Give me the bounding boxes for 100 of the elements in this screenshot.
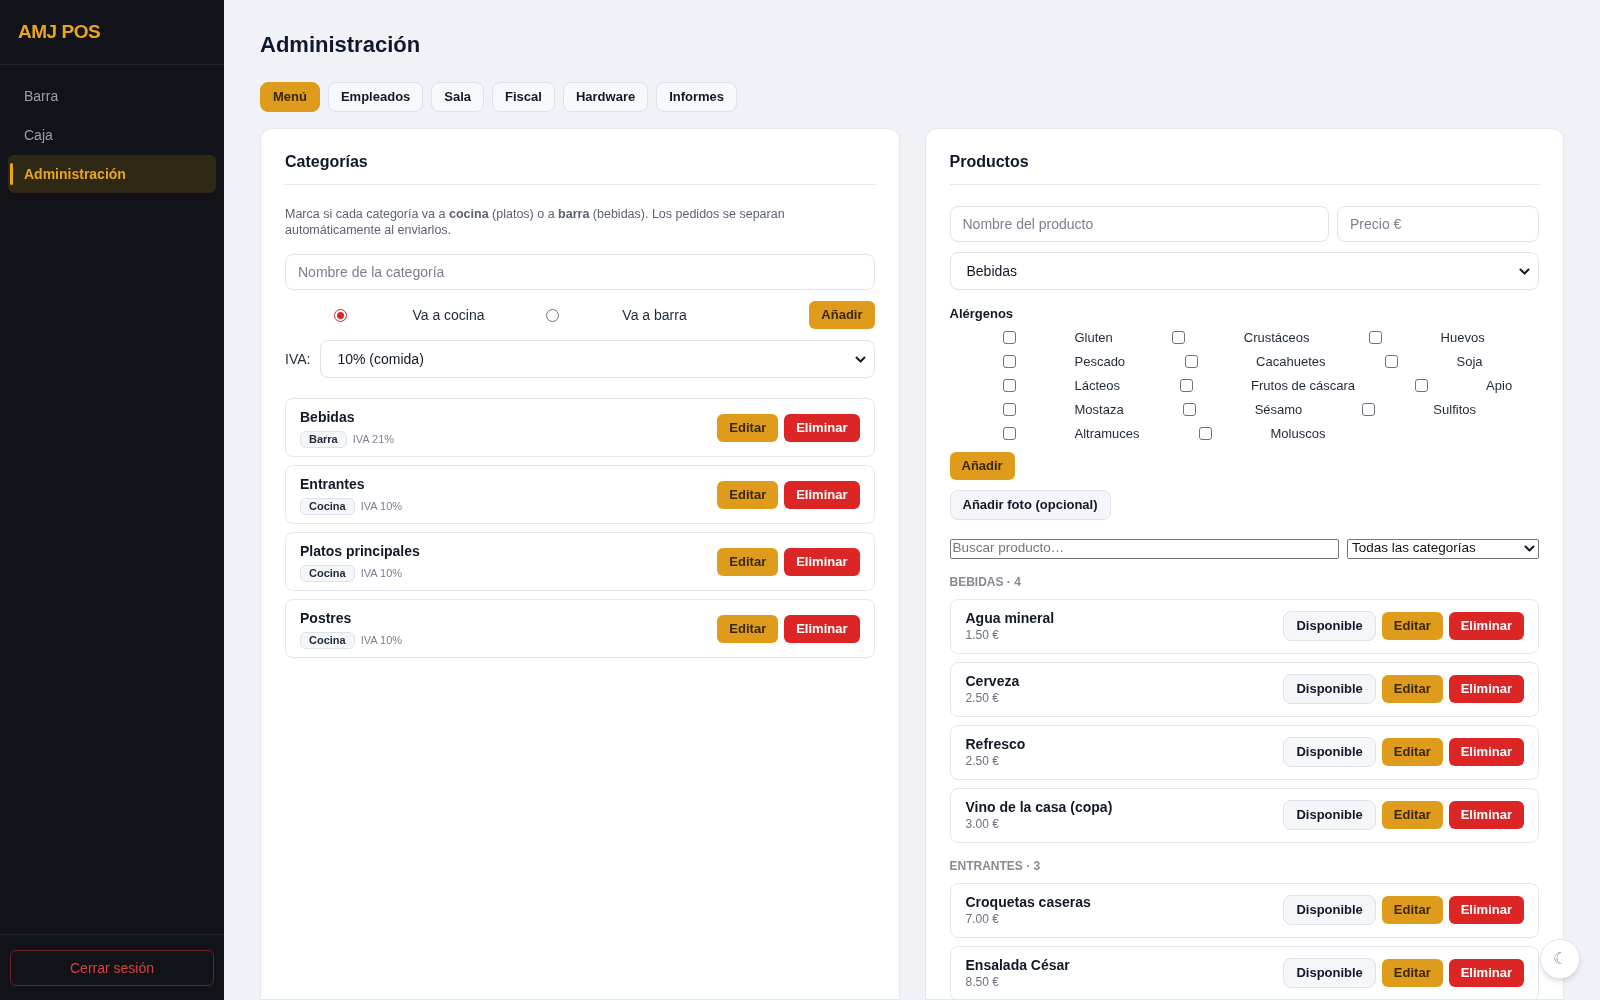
- allergen-label: Sésamo: [1254, 400, 1303, 419]
- edit-button[interactable]: Editar: [1381, 801, 1443, 829]
- allergen-label: Altramuces: [1074, 424, 1140, 443]
- checkbox[interactable]: [1172, 331, 1186, 344]
- tab[interactable]: Empleados: [327, 82, 424, 112]
- tab[interactable]: Sala: [431, 82, 485, 112]
- checkbox[interactable]: [1414, 379, 1428, 392]
- category-select[interactable]: Bebidas: [949, 252, 1539, 290]
- panel-title: Categorías: [285, 152, 875, 185]
- chevron-down-icon: [1519, 267, 1530, 275]
- destination-tag: Cocina: [300, 498, 355, 515]
- category-name-field[interactable]: Nombre de la categoría: [285, 254, 875, 290]
- checkbox[interactable]: [1385, 355, 1398, 368]
- product-name: Cerveza: [965, 672, 1020, 690]
- product-name: Croquetas caseras: [965, 893, 1091, 911]
- sidebar-item[interactable]: Caja: [8, 116, 216, 154]
- group-heading: ENTRANTES · 3: [949, 858, 1042, 873]
- sidebar-item[interactable]: Administración: [8, 155, 216, 193]
- availability-button[interactable]: Disponible: [1283, 958, 1376, 988]
- app-logo: AMJ POS: [18, 19, 101, 44]
- allergens-label: Alérgenos: [949, 305, 1015, 323]
- checkbox[interactable]: [1179, 379, 1193, 392]
- add-photo-button[interactable]: Añadir foto (opcional): [949, 489, 1111, 520]
- edit-button[interactable]: Editar: [717, 480, 779, 509]
- edit-button[interactable]: Editar: [1381, 896, 1443, 924]
- tab[interactable]: Menú: [260, 82, 320, 112]
- theme-toggle-button[interactable]: ☾: [1540, 939, 1580, 979]
- allergen-label: Gluten: [1074, 328, 1113, 347]
- allergen-label: Cacahuetes: [1256, 352, 1326, 371]
- product-price: 2.50 €: [965, 690, 1000, 706]
- add-product-button[interactable]: Añadir: [949, 451, 1015, 480]
- delete-button[interactable]: Eliminar: [784, 614, 860, 643]
- delete-button[interactable]: Eliminar: [784, 480, 860, 509]
- edit-button[interactable]: Editar: [1381, 612, 1443, 640]
- allergen-label: Lácteos: [1074, 376, 1121, 395]
- allergen-label: Mostaza: [1074, 400, 1124, 419]
- category-filter-select[interactable]: Todas las categorías: [1347, 538, 1539, 559]
- panel-title: Productos: [949, 152, 1539, 185]
- checkbox[interactable]: [1003, 427, 1016, 440]
- tab[interactable]: Hardware: [562, 82, 649, 112]
- availability-button[interactable]: Disponible: [1283, 611, 1376, 641]
- search-field[interactable]: Buscar producto…: [949, 538, 1339, 559]
- group-heading: BEBIDAS · 4: [949, 574, 1022, 589]
- delete-button[interactable]: Eliminar: [1448, 675, 1524, 703]
- logout-button[interactable]: Cerrar sesión: [10, 950, 214, 986]
- checkbox[interactable]: [1369, 331, 1383, 344]
- edit-button[interactable]: Editar: [717, 614, 779, 643]
- edit-button[interactable]: Editar: [1381, 959, 1443, 987]
- checkbox[interactable]: [1199, 427, 1213, 440]
- product-name-field[interactable]: Nombre del producto: [949, 206, 1329, 242]
- radio-button[interactable]: [334, 308, 347, 322]
- sidebar-item[interactable]: Barra: [8, 77, 216, 115]
- allergen-label: Moluscos: [1270, 424, 1326, 443]
- iva-rate: IVA 10%: [360, 499, 403, 515]
- delete-button[interactable]: Eliminar: [1448, 612, 1524, 640]
- product-price: 2.50 €: [965, 753, 1000, 769]
- delete-button[interactable]: Eliminar: [1448, 738, 1524, 766]
- product-price: 8.50 €: [965, 974, 1000, 990]
- product-name: Refresco: [965, 735, 1026, 753]
- checkbox[interactable]: [1003, 355, 1016, 368]
- tab[interactable]: Fiscal: [492, 82, 555, 112]
- allergen-label: Crustáceos: [1243, 328, 1310, 347]
- radio-button[interactable]: [546, 308, 559, 322]
- edit-button[interactable]: Editar: [1381, 675, 1443, 703]
- category-name: Platos principales: [300, 542, 420, 561]
- delete-button[interactable]: Eliminar: [1448, 959, 1524, 987]
- category-name: Postres: [300, 609, 353, 628]
- delete-button[interactable]: Eliminar: [784, 547, 860, 576]
- iva-select[interactable]: 10% (comida): [320, 340, 875, 378]
- category-name: Bebidas: [300, 408, 356, 427]
- allergen-label: Frutos de cáscara: [1251, 376, 1356, 395]
- edit-button[interactable]: Editar: [1381, 738, 1443, 766]
- iva-label: IVA:: [285, 349, 311, 369]
- availability-button[interactable]: Disponible: [1283, 737, 1376, 767]
- checkbox[interactable]: [1183, 403, 1197, 416]
- edit-button[interactable]: Editar: [717, 413, 779, 442]
- availability-button[interactable]: Disponible: [1283, 895, 1376, 925]
- checkbox[interactable]: [1003, 379, 1016, 392]
- page-title: Administración: [260, 31, 422, 59]
- allergen-label: Soja: [1456, 352, 1483, 371]
- radio-label: Va a barra: [622, 305, 687, 325]
- allergen-label: Huevos: [1440, 328, 1485, 347]
- checkbox[interactable]: [1003, 331, 1016, 344]
- delete-button[interactable]: Eliminar: [784, 413, 860, 442]
- add-category-button[interactable]: Añadir: [809, 301, 875, 329]
- checkbox[interactable]: [1361, 403, 1375, 416]
- iva-rate: IVA 10%: [360, 633, 403, 649]
- checkbox[interactable]: [1003, 403, 1016, 416]
- category-name: Entrantes: [300, 475, 366, 494]
- availability-button[interactable]: Disponible: [1283, 800, 1376, 830]
- product-price: 1.50 €: [965, 627, 1000, 643]
- delete-button[interactable]: Eliminar: [1448, 896, 1524, 924]
- availability-button[interactable]: Disponible: [1283, 674, 1376, 704]
- allergen-label: Apio: [1486, 376, 1513, 395]
- checkbox[interactable]: [1184, 355, 1198, 368]
- price-field[interactable]: Precio €: [1337, 206, 1539, 242]
- delete-button[interactable]: Eliminar: [1448, 801, 1524, 829]
- product-price: 3.00 €: [965, 816, 1000, 832]
- edit-button[interactable]: Editar: [717, 547, 779, 576]
- tab[interactable]: Informes: [656, 82, 738, 112]
